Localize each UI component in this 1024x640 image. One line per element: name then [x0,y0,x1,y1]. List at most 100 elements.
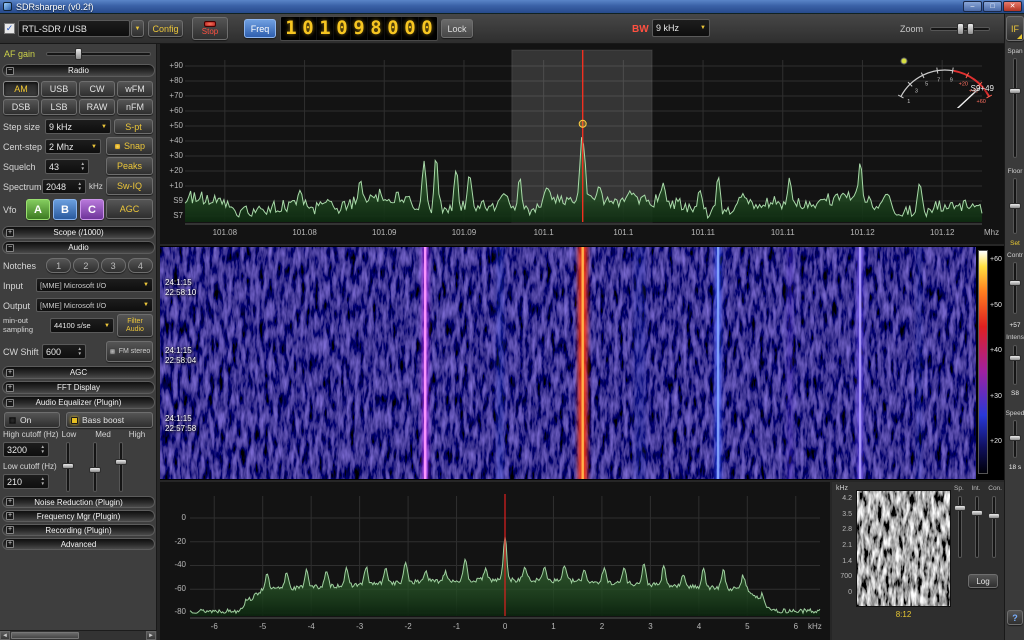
config-button[interactable]: Config [148,20,183,37]
expand-icon[interactable]: + [6,228,14,237]
eq-low-slider[interactable] [60,442,76,492]
section-header-radio[interactable]: − Radio [2,64,155,77]
collapse-icon[interactable]: − [6,243,14,252]
close-button[interactable]: ✕ [1003,1,1022,12]
scrollbar-thumb[interactable] [11,632,79,639]
device-select[interactable]: RTL-SDR / USB [18,20,130,37]
vfo-b-button[interactable]: B [53,199,77,220]
if-button[interactable]: IF [1006,16,1024,41]
speed-slider-thumb[interactable] [1009,435,1021,442]
eq-high-slider[interactable] [113,442,129,492]
frequency-display[interactable]: 101098000 [280,16,438,41]
frequency-digit[interactable]: 8 [368,17,385,40]
device-checkbox[interactable]: ✓ [4,23,15,34]
mode-dsb-button[interactable]: DSB [3,99,39,115]
section-header-recording[interactable]: + Recording (Plugin) [2,524,155,536]
intensity-slider-thumb[interactable] [1009,355,1021,361]
squelch-spinner[interactable]: 43 ▲ ▼ [45,159,89,174]
input-select[interactable]: [MME] Microsoft I/O ▼ [36,278,153,292]
frequency-digit[interactable]: 1 [317,17,334,40]
con-slider-thumb[interactable] [988,513,1000,520]
sw-iq-button[interactable]: Sw-IQ [106,177,153,195]
frequency-digit[interactable]: 1 [283,17,300,40]
sampling-select[interactable]: 44100 s/se ▼ [50,318,114,333]
audio-spectrum-canvas[interactable] [160,482,830,640]
con-slider[interactable] [987,496,1001,558]
maximize-button[interactable]: □ [983,1,1002,12]
span-slider[interactable] [1008,58,1022,158]
notch-button[interactable]: 3 [100,258,126,273]
minimize-button[interactable]: – [963,1,982,12]
spinner-arrows-icon[interactable]: ▲ ▼ [38,444,45,454]
high-cutoff-spinner[interactable]: 3200 ▲ ▼ [3,442,49,457]
af-gain-thumb[interactable] [75,47,83,60]
int-slider-thumb[interactable] [971,509,983,516]
waterfall-canvas[interactable] [160,247,976,479]
bw-select[interactable]: 9 kHz ▼ [652,19,710,37]
notch-button[interactable]: 4 [127,258,153,273]
scroll-right-icon[interactable]: ► [146,631,156,640]
spinner-arrows-icon[interactable]: ▲ ▼ [38,476,45,486]
lock-button[interactable]: Lock [441,19,473,38]
scroll-left-icon[interactable]: ◄ [0,631,10,640]
frequency-digit[interactable]: 0 [385,17,402,40]
eq-on-button[interactable]: On [4,412,60,428]
notch-button[interactable]: 1 [46,258,72,273]
frequency-digit[interactable]: 0 [419,17,435,40]
mode-raw-button[interactable]: RAW [79,99,115,115]
zoom-slider[interactable] [930,22,990,36]
af-gain-slider[interactable] [46,47,151,60]
low-cutoff-spinner[interactable]: 210 ▲ ▼ [3,474,49,489]
spinner-arrows-icon[interactable]: ▲ ▼ [75,346,82,356]
eq-med-thumb[interactable] [89,467,101,473]
section-header-advanced[interactable]: + Advanced [2,538,155,550]
mode-usb-button[interactable]: USB [41,81,77,97]
section-header-noise-reduction[interactable]: + Noise Reduction (Plugin) [2,496,155,508]
cent-step-select[interactable]: 2 Mhz ▼ [45,139,101,154]
step-size-select[interactable]: 9 kHz ▼ [45,119,111,134]
eq-med-slider[interactable] [87,442,103,492]
frequency-digit[interactable]: 9 [351,17,368,40]
expand-icon[interactable]: + [6,540,14,548]
floor-slider[interactable] [1008,178,1022,234]
set-label[interactable]: Set [1005,240,1024,247]
peaks-button[interactable]: Peaks [106,157,153,175]
section-header-equalizer[interactable]: − Audio Equalizer (Plugin) [2,396,155,409]
stop-button[interactable]: Stop [192,17,228,40]
notch-button[interactable]: 2 [73,258,99,273]
snap-button[interactable]: Snap [106,137,153,155]
vfo-c-button[interactable]: C [80,199,104,220]
cw-shift-spinner[interactable]: 600 ▲ ▼ [42,344,86,359]
agc-button[interactable]: AGC [106,199,153,219]
eq-high-thumb[interactable] [115,459,127,465]
collapse-icon[interactable]: − [6,398,14,407]
expand-icon[interactable]: + [6,383,14,392]
rf-spectrum-canvas[interactable] [160,44,1004,244]
log-button[interactable]: Log [968,574,998,588]
filter-audio-button[interactable]: Filter Audio [117,314,153,337]
section-header-agc[interactable]: + AGC [2,366,155,379]
section-header-fft[interactable]: + FFT Display [2,381,155,394]
collapse-icon[interactable]: − [6,66,14,75]
sp-slider[interactable] [953,496,967,558]
mode-cw-button[interactable]: CW [79,81,115,97]
floor-slider-thumb[interactable] [1009,203,1021,210]
frequency-digit[interactable]: 0 [300,17,317,40]
eq-low-thumb[interactable] [62,463,74,469]
s-pt-button[interactable]: S-pt [114,119,153,134]
frequency-digit[interactable]: 0 [334,17,351,40]
section-header-scope[interactable]: + Scope (/1000) [2,226,155,239]
int-slider[interactable] [970,496,984,558]
span-slider-thumb[interactable] [1009,88,1021,94]
mode-lsb-button[interactable]: LSB [41,99,77,115]
intensity-slider[interactable] [1008,345,1022,385]
mode-am-button[interactable]: AM [3,81,39,97]
vfo-a-button[interactable]: A [26,199,50,220]
device-dropdown-button[interactable]: ▼ [131,20,144,37]
sp-slider-thumb[interactable] [954,505,966,512]
expand-icon[interactable]: + [6,498,14,506]
output-select[interactable]: [MME] Microsoft I/O ▼ [36,298,153,312]
sidebar-scrollbar[interactable]: ◄ ► [0,630,157,640]
contrast-slider-thumb[interactable] [1009,280,1021,287]
zoom-slider-thumb2[interactable] [967,23,975,35]
